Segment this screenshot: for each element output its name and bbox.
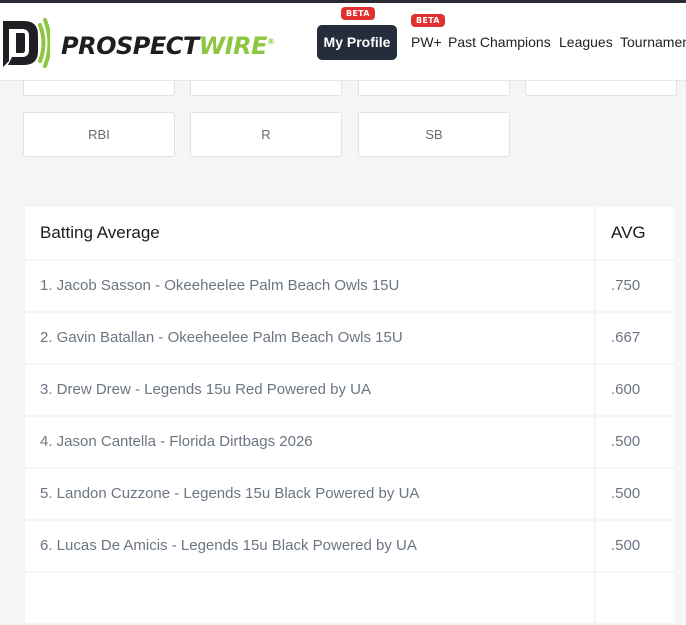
table-row-partial[interactable] <box>25 573 674 623</box>
table-row[interactable]: 4. Jason Cantella - Florida Dirtbags 202… <box>25 417 674 467</box>
column-header-stat-name: Batting Average <box>25 207 594 259</box>
table-row[interactable]: 6. Lucas De Amicis - Legends 15u Black P… <box>25 521 674 571</box>
player-cell[interactable]: 1. Jacob Sasson - Okeeheelee Palm Beach … <box>25 261 594 311</box>
my-profile-button[interactable]: My Profile <box>317 25 397 60</box>
stat-button-partial[interactable] <box>358 80 510 96</box>
avg-cell: .500 <box>596 521 674 571</box>
player-cell[interactable]: 2. Gavin Batallan - Okeeheelee Palm Beac… <box>25 313 594 363</box>
player-cell[interactable]: 3. Drew Drew - Legends 15u Red Powered b… <box>25 365 594 415</box>
leaderboard-table: Batting Average AVG 1. Jacob Sasson - Ok… <box>25 207 674 625</box>
player-cell[interactable]: 5. Landon Cuzzone - Legends 15u Black Po… <box>25 469 594 519</box>
stat-button-partial[interactable] <box>23 80 175 96</box>
stat-button-partial[interactable] <box>525 80 677 96</box>
avg-cell: .500 <box>596 469 674 519</box>
column-header-avg: AVG <box>596 207 674 259</box>
avg-cell: .667 <box>596 313 674 363</box>
table-header-row: Batting Average AVG <box>25 207 674 259</box>
nav-link-pw-plus[interactable]: PW+ <box>411 33 442 51</box>
player-cell[interactable] <box>25 573 594 623</box>
beta-badge: BETA <box>411 14 445 27</box>
avg-cell: .500 <box>596 417 674 467</box>
stat-button-sb[interactable]: SB <box>358 112 510 157</box>
table-row[interactable]: 3. Drew Drew - Legends 15u Red Powered b… <box>25 365 674 415</box>
logo-wordmark: PROSPECTWIRE® <box>61 32 275 60</box>
avg-cell: .750 <box>596 261 674 311</box>
avg-cell <box>596 573 674 623</box>
table-row[interactable]: 1. Jacob Sasson - Okeeheelee Palm Beach … <box>25 261 674 311</box>
player-cell[interactable]: 4. Jason Cantella - Florida Dirtbags 202… <box>25 417 594 467</box>
stat-button-r[interactable]: R <box>190 112 342 157</box>
nav-link-leagues[interactable]: Leagues <box>559 33 613 51</box>
avg-cell: .600 <box>596 365 674 415</box>
player-cell[interactable]: 6. Lucas De Amicis - Legends 15u Black P… <box>25 521 594 571</box>
stat-button-rbi[interactable]: RBI <box>23 112 175 157</box>
nav-link-past-champions[interactable]: Past Champions <box>448 33 551 51</box>
site-header: PROSPECTWIRE® BETA My Profile BETA PW+ P… <box>0 3 686 81</box>
stat-button-partial[interactable] <box>190 80 342 96</box>
beta-badge: BETA <box>341 7 375 20</box>
logo-mark-icon <box>3 18 50 68</box>
nav-link-tournaments[interactable]: Tournamen <box>620 33 686 51</box>
table-row[interactable]: 5. Landon Cuzzone - Legends 15u Black Po… <box>25 469 674 519</box>
table-row[interactable]: 2. Gavin Batallan - Okeeheelee Palm Beac… <box>25 313 674 363</box>
